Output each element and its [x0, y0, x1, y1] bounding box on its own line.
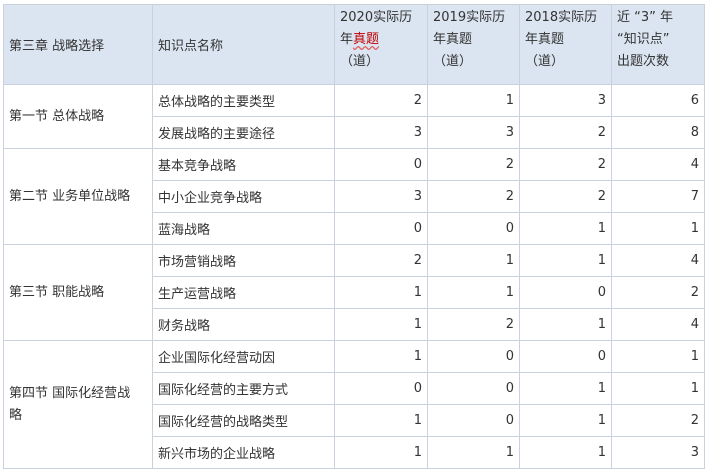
header-recent-count: 近 “3” 年 “知识点” 出题次数 [611, 4, 705, 85]
header-recent-line3: 出题次数 [617, 54, 670, 69]
count-2019: 0 [427, 340, 520, 373]
header-2019-line3: （道） [433, 54, 473, 69]
count-2018: 1 [519, 404, 612, 437]
count-2018: 1 [519, 244, 612, 277]
count-2020: 2 [334, 244, 428, 277]
header-2020: 2020实际历 年真题 （道） [334, 4, 428, 85]
count-2019: 3 [427, 116, 520, 149]
count-recent: 4 [611, 244, 705, 277]
count-recent: 8 [611, 116, 705, 149]
header-2018: 2018实际历 年真题 （道） [519, 4, 612, 85]
header-2020-line2-prefix: 年 [340, 32, 354, 47]
count-recent: 6 [611, 84, 705, 117]
count-recent: 1 [611, 212, 705, 245]
header-2019-line2: 年真题 [433, 32, 473, 47]
table-row: 第一节 总体战略 总体战略的主要类型 2 1 3 6 [3, 84, 705, 149]
count-2018: 2 [519, 180, 612, 213]
count-2018: 0 [519, 276, 612, 309]
count-recent: 4 [611, 148, 705, 181]
section-name: 第一节 总体战略 [3, 84, 153, 149]
table-body: 第一节 总体战略 总体战略的主要类型 2 1 3 6 发展战略的主要途径 3 3… [3, 84, 705, 469]
knowledge-point: 生产运营战略 [152, 276, 335, 309]
knowledge-point: 中小企业竞争战略 [152, 180, 335, 213]
knowledge-point: 国际化经营的主要方式 [152, 372, 335, 405]
header-2018-line2: 年真题 [525, 32, 565, 47]
count-2018: 1 [519, 436, 612, 469]
count-2018: 2 [519, 116, 612, 149]
count-2019: 0 [427, 404, 520, 437]
count-2020: 1 [334, 340, 428, 373]
count-2020: 0 [334, 372, 428, 405]
count-2020: 1 [334, 308, 428, 341]
count-recent: 2 [611, 404, 705, 437]
count-2020: 1 [334, 404, 428, 437]
count-2020: 0 [334, 148, 428, 181]
section-name: 第三节 职能战略 [3, 244, 153, 341]
table-row: 第四节 国际化经营战 略 企业国际化经营动因 1 0 0 1 [3, 340, 705, 469]
knowledge-point: 基本竞争战略 [152, 148, 335, 181]
count-2019: 2 [427, 148, 520, 181]
count-2018: 2 [519, 148, 612, 181]
count-2019: 2 [427, 308, 520, 341]
count-recent: 2 [611, 276, 705, 309]
knowledge-point: 蓝海战略 [152, 212, 335, 245]
count-2020: 3 [334, 180, 428, 213]
count-2018: 1 [519, 372, 612, 405]
header-row: 第三章 战略选择 知识点名称 2020实际历 年真题 （道） 2019实际历 年… [3, 4, 705, 85]
header-2020-line1: 2020实际历 [340, 10, 413, 25]
count-2019: 2 [427, 180, 520, 213]
count-2019: 1 [427, 436, 520, 469]
header-2019: 2019实际历 年真题 （道） [427, 4, 520, 85]
header-chapter: 第三章 战略选择 [3, 4, 153, 85]
section-name: 第四节 国际化经营战 略 [3, 340, 153, 469]
count-recent: 3 [611, 436, 705, 469]
count-2019: 1 [427, 244, 520, 277]
header-2018-line3: （道） [525, 54, 565, 69]
header-2020-line3: （道） [340, 54, 380, 69]
section-name-line2: 略 [9, 407, 23, 423]
count-2018: 1 [519, 212, 612, 245]
knowledge-point: 财务战略 [152, 308, 335, 341]
count-2019: 0 [427, 372, 520, 405]
count-2019: 1 [427, 84, 520, 117]
count-2018: 0 [519, 340, 612, 373]
header-2020-line2: 年真题 [340, 29, 422, 51]
table-row: 第三节 职能战略 市场营销战略 2 1 1 4 [3, 244, 705, 341]
header-2020-line2-marked: 真题 [353, 32, 380, 47]
count-2019: 0 [427, 212, 520, 245]
count-2018: 3 [519, 84, 612, 117]
section-name: 第二节 业务单位战略 [3, 148, 153, 245]
header-recent-line1: 近 “3” 年 [617, 10, 674, 25]
count-recent: 1 [611, 372, 705, 405]
table-row: 第二节 业务单位战略 基本竞争战略 0 2 2 4 [3, 148, 705, 245]
count-2019: 1 [427, 276, 520, 309]
header-2018-line1: 2018实际历 [525, 10, 598, 25]
section-name-line1: 第四节 国际化经营战 [9, 385, 131, 401]
count-2020: 1 [334, 276, 428, 309]
count-recent: 4 [611, 308, 705, 341]
count-2020: 3 [334, 116, 428, 149]
header-knowledge-point: 知识点名称 [152, 4, 335, 85]
count-2020: 2 [334, 84, 428, 117]
knowledge-point: 国际化经营的战略类型 [152, 404, 335, 437]
count-2020: 0 [334, 212, 428, 245]
count-2020: 1 [334, 436, 428, 469]
count-recent: 1 [611, 340, 705, 373]
table-header: 第三章 战略选择 知识点名称 2020实际历 年真题 （道） 2019实际历 年… [3, 4, 705, 85]
knowledge-point: 总体战略的主要类型 [152, 84, 335, 117]
count-recent: 7 [611, 180, 705, 213]
knowledge-point: 企业国际化经营动因 [152, 340, 335, 373]
header-recent-line2: “知识点” [617, 32, 670, 47]
knowledge-point: 发展战略的主要途径 [152, 116, 335, 149]
exam-statistics-table: 第三章 战略选择 知识点名称 2020实际历 年真题 （道） 2019实际历 年… [3, 4, 705, 469]
header-2019-line1: 2019实际历 [433, 10, 506, 25]
knowledge-point: 市场营销战略 [152, 244, 335, 277]
count-2018: 1 [519, 308, 612, 341]
knowledge-point: 新兴市场的企业战略 [152, 436, 335, 469]
